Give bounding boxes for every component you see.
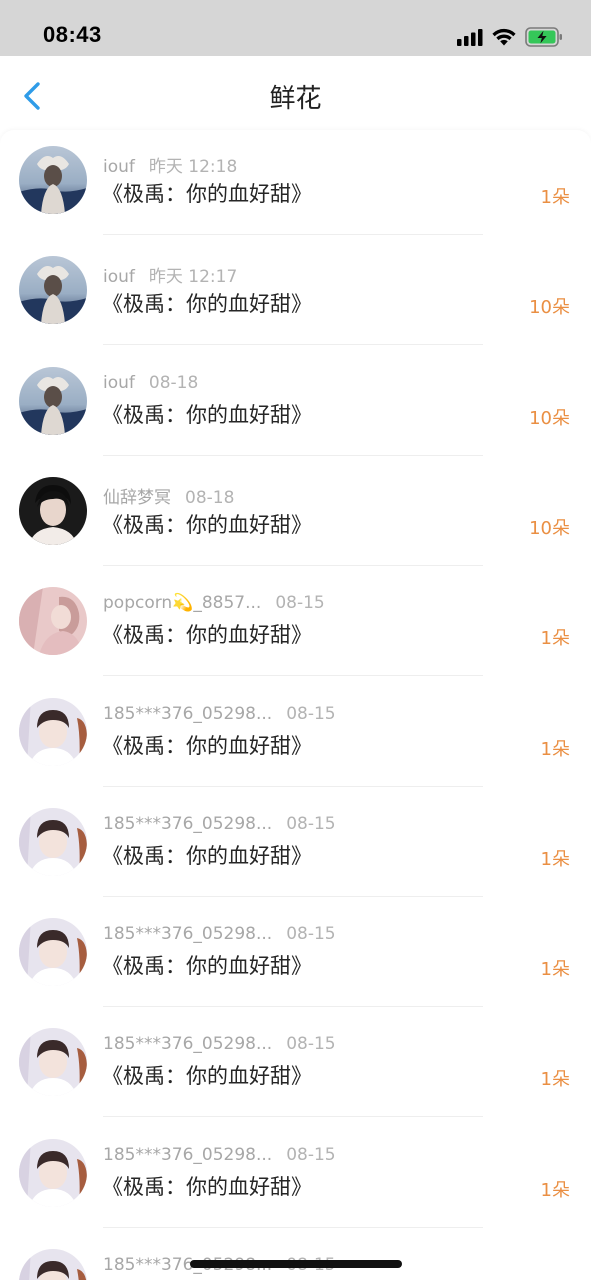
divider bbox=[103, 454, 483, 456]
item-meta: iouf 昨天 12:17 bbox=[103, 262, 237, 287]
flower-count: 10朵 bbox=[529, 297, 570, 319]
flower-count: 1朵 bbox=[540, 738, 570, 760]
divider bbox=[103, 675, 483, 677]
timestamp: 08-15 bbox=[286, 924, 336, 945]
flower-count: 10朵 bbox=[529, 407, 570, 429]
page-title: 鲜花 bbox=[269, 84, 322, 114]
timestamp: 08-18 bbox=[148, 372, 199, 393]
list-item[interactable]: iouf 08-18 《极禹：你的血好甜》 10朵 bbox=[0, 351, 591, 461]
book-title: 《极禹：你的血好甜》 bbox=[102, 182, 312, 206]
flower-count: 1朵 bbox=[540, 959, 570, 981]
timestamp: 08-15 bbox=[286, 1144, 336, 1165]
divider bbox=[103, 1116, 483, 1118]
home-indicator bbox=[190, 1260, 402, 1268]
timestamp: 08-15 bbox=[286, 703, 336, 724]
book-title: 《极禹：你的血好甜》 bbox=[102, 402, 312, 427]
list-item[interactable]: 185***376_05298... 08-15 《极禹：你的血好甜》 1朵 bbox=[0, 792, 591, 902]
avatar[interactable] bbox=[19, 1138, 87, 1207]
list-item[interactable]: iouf 昨天 12:18 《极禹：你的血好甜》 1朵 bbox=[0, 130, 591, 240]
username[interactable]: 185***376_05298... bbox=[103, 814, 272, 834]
list-item[interactable]: 185***376_05298... 08-15 《极禹：你的血好甜》 1朵 bbox=[0, 682, 591, 792]
flower-count: 1朵 bbox=[540, 1179, 570, 1201]
divider bbox=[103, 785, 483, 787]
list-item[interactable]: 185***376_05298... 08-15 《极禹：你的血好甜》 1朵 bbox=[0, 1012, 591, 1122]
book-title: 《极禹：你的血好甜》 bbox=[102, 733, 312, 758]
list-item[interactable]: 185***376_05298... 08-15 《极禹：你的血好甜》 1朵 bbox=[0, 1123, 591, 1233]
username[interactable]: iouf bbox=[103, 373, 135, 393]
avatar[interactable] bbox=[19, 256, 87, 325]
book-title: 《极禹：你的血好甜》 bbox=[102, 292, 312, 317]
item-meta: iouf 08-18 bbox=[103, 373, 198, 393]
timestamp: 08-15 bbox=[286, 1034, 336, 1055]
divider bbox=[103, 234, 483, 235]
timestamp: 08-15 bbox=[275, 593, 325, 614]
username[interactable]: 185***376_05298... bbox=[103, 1034, 272, 1054]
list-item[interactable]: iouf 昨天 12:17 《极禹：你的血好甜》 10朵 bbox=[0, 240, 591, 350]
book-title: 《极禹：你的血好甜》 bbox=[102, 1064, 312, 1089]
status-time: 08:43 bbox=[43, 22, 102, 47]
avatar[interactable] bbox=[19, 476, 87, 545]
list-item[interactable]: popcorn💫_8857... 08-15 《极禹：你的血好甜》 1朵 bbox=[0, 571, 591, 681]
flower-count: 10朵 bbox=[529, 517, 570, 539]
flower-count: 1朵 bbox=[540, 848, 570, 870]
avatar[interactable] bbox=[19, 1249, 87, 1280]
avatar[interactable] bbox=[19, 807, 87, 876]
avatar[interactable] bbox=[19, 366, 87, 435]
divider bbox=[103, 344, 483, 346]
avatar[interactable] bbox=[19, 918, 87, 987]
divider bbox=[103, 1006, 483, 1008]
item-meta: popcorn💫_8857... 08-15 bbox=[103, 593, 325, 613]
flower-count: 1朵 bbox=[540, 1069, 570, 1091]
avatar[interactable] bbox=[19, 587, 87, 656]
item-meta: 185***376_05298... 08-15 bbox=[103, 704, 336, 724]
nav-bar: 鲜花 bbox=[0, 56, 591, 132]
book-title: 《极禹：你的血好甜》 bbox=[102, 1174, 312, 1199]
divider bbox=[103, 564, 483, 566]
item-meta: 仙辞梦冥 08-18 bbox=[103, 483, 234, 508]
item-meta: 185***376_05298... 08-15 bbox=[103, 1034, 336, 1054]
username[interactable]: 185***376_05298... bbox=[103, 1145, 272, 1165]
book-title: 《极禹：你的血好甜》 bbox=[102, 843, 312, 868]
username[interactable]: 185***376_05298... bbox=[103, 924, 272, 944]
username[interactable]: 仙辞梦冥 bbox=[103, 488, 171, 508]
item-meta: 185***376_05298... 08-15 bbox=[103, 1145, 336, 1165]
item-meta: 185***376_05298... 08-15 bbox=[103, 924, 336, 944]
avatar[interactable] bbox=[19, 1028, 87, 1097]
timestamp: 08-15 bbox=[286, 813, 336, 834]
battery-charging-icon bbox=[525, 27, 562, 47]
book-title: 《极禹：你的血好甜》 bbox=[102, 954, 312, 979]
status-bar: 08:43 bbox=[0, 0, 591, 56]
item-meta: iouf 昨天 12:18 bbox=[103, 152, 237, 177]
cellular-signal-icon bbox=[457, 29, 483, 46]
username[interactable]: popcorn💫_8857... bbox=[103, 593, 261, 613]
flower-count: 1朵 bbox=[540, 628, 570, 650]
wifi-icon bbox=[492, 28, 516, 46]
username[interactable]: iouf bbox=[103, 157, 135, 177]
timestamp: 昨天 12:18 bbox=[148, 157, 238, 177]
avatar[interactable] bbox=[19, 146, 87, 214]
book-title: 《极禹：你的血好甜》 bbox=[102, 623, 312, 648]
book-title: 《极禹：你的血好甜》 bbox=[102, 512, 312, 537]
timestamp: 08-18 bbox=[185, 487, 235, 508]
divider bbox=[103, 895, 483, 897]
avatar[interactable] bbox=[19, 697, 87, 766]
list-item[interactable]: 185***376_05298... 08-15 《极禹：你的血好甜》 1朵 bbox=[0, 902, 591, 1012]
flower-count: 1朵 bbox=[540, 187, 570, 208]
list-item[interactable]: 仙辞梦冥 08-18 《极禹：你的血好甜》 10朵 bbox=[0, 461, 591, 571]
list-item[interactable]: 185***376_05298...08-15 bbox=[0, 1233, 591, 1280]
divider bbox=[103, 1226, 483, 1228]
item-meta: 185***376_05298... 08-15 bbox=[103, 814, 336, 834]
username[interactable]: iouf bbox=[103, 267, 135, 287]
flower-record-list[interactable]: iouf 昨天 12:18 《极禹：你的血好甜》 1朵 iouf 昨天 12:17 《极禹… bbox=[0, 130, 591, 1280]
timestamp: 昨天 12:17 bbox=[148, 267, 238, 288]
username[interactable]: 185***376_05298... bbox=[103, 704, 272, 724]
